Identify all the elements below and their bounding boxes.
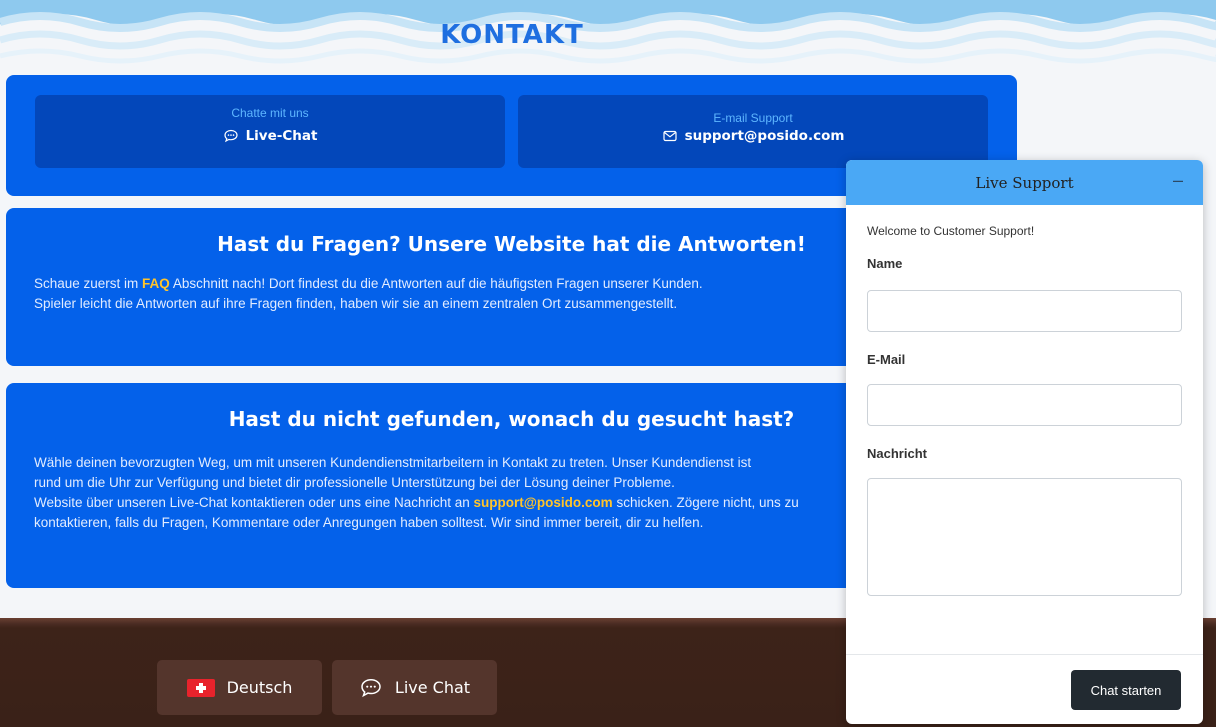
language-label: Deutsch <box>226 678 293 697</box>
live-chat-label: Live Chat <box>394 678 471 697</box>
widget-footer: Chat starten <box>846 654 1203 724</box>
name-field[interactable] <box>867 290 1182 332</box>
email-option-label: support@posido.com <box>684 128 845 144</box>
not-found-text-part: schicken. Zögere nicht, uns zu <box>612 495 799 510</box>
faq-text-part: Abschnitt nach! Dort findest du die Antw… <box>169 276 703 291</box>
live-chat-button[interactable]: Live Chat <box>332 660 497 715</box>
faq-text-part: Schaue zuerst im <box>34 276 143 291</box>
message-label: Nachricht <box>867 446 927 461</box>
email-label: E-Mail <box>867 352 906 367</box>
support-email-link[interactable]: support@posido.com <box>474 495 613 510</box>
email-option-value: support@posido.com <box>662 128 845 144</box>
swiss-flag-icon <box>186 678 215 697</box>
chat-icon <box>223 129 238 143</box>
email-support-option[interactable]: E-mail Support support@posido.com <box>518 95 988 168</box>
mail-icon <box>662 130 677 142</box>
widget-header: Live Support – <box>846 160 1203 205</box>
header-band: KONTAKT <box>0 0 1216 70</box>
chat-option-label: Live-Chat <box>245 128 318 144</box>
message-textarea[interactable] <box>867 478 1182 596</box>
not-found-text-part: Website über unseren Live-Chat kontaktie… <box>34 495 474 510</box>
email-option-title: E-mail Support <box>713 111 793 125</box>
language-button[interactable]: Deutsch <box>157 660 322 715</box>
chat-icon <box>361 678 381 697</box>
minimize-button[interactable]: – <box>1173 170 1183 191</box>
faq-link[interactable]: FAQ <box>142 276 170 291</box>
welcome-message: Welcome to Customer Support! <box>867 224 1035 238</box>
live-support-widget: Live Support – Welcome to Customer Suppo… <box>846 160 1203 724</box>
page-title: KONTAKT <box>440 20 584 50</box>
email-field[interactable] <box>867 384 1182 426</box>
name-label: Name <box>867 256 903 271</box>
chat-option-value: Live-Chat <box>223 128 318 144</box>
chat-option-title: Chatte mit uns <box>231 106 309 120</box>
start-chat-button[interactable]: Chat starten <box>1071 670 1181 710</box>
widget-title: Live Support <box>975 173 1074 192</box>
live-chat-option[interactable]: Chatte mit uns Live-Chat <box>35 95 505 168</box>
